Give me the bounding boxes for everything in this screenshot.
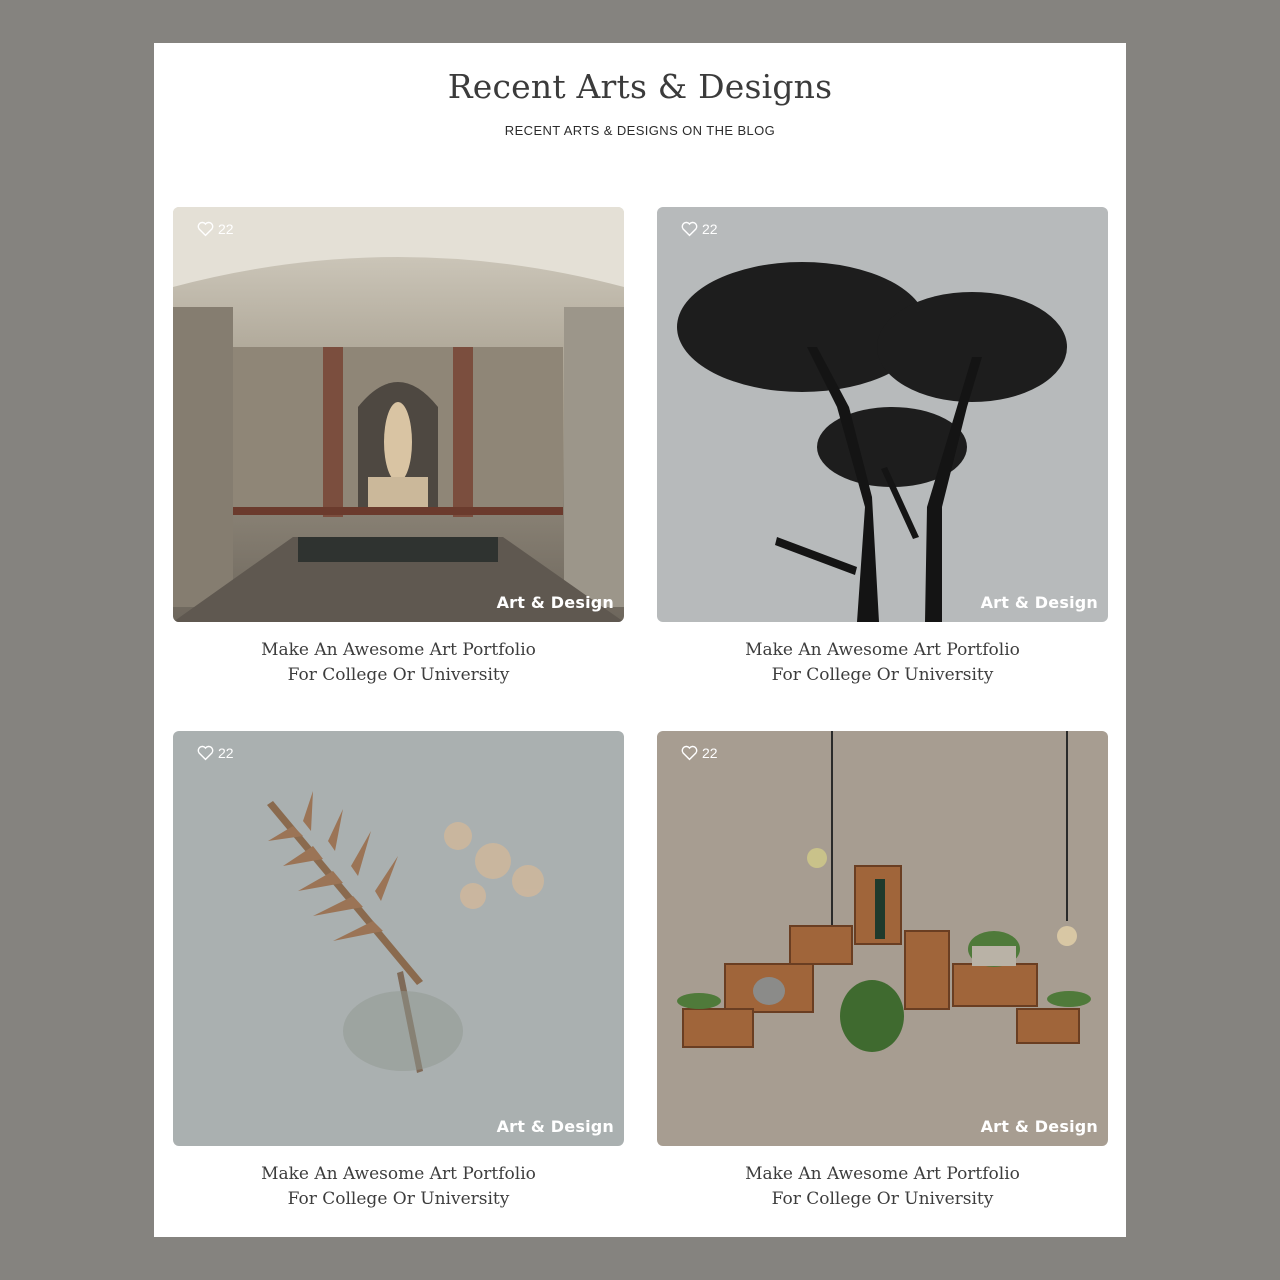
post-image-shelves[interactable]: 22 Art & Design xyxy=(657,731,1108,1146)
post-title-line1: Make An Awesome Art Portfolio xyxy=(745,1164,1020,1184)
post-title-line2: For College Or University xyxy=(287,665,510,685)
dried-fern-image xyxy=(173,731,624,1146)
post-title[interactable]: Make An Awesome Art Portfolio For Colleg… xyxy=(173,638,624,688)
post-title-line1: Make An Awesome Art Portfolio xyxy=(261,1164,536,1184)
like-button[interactable]: 22 xyxy=(197,745,234,761)
category-tag[interactable]: Art & Design xyxy=(981,1117,1098,1136)
category-tag[interactable]: Art & Design xyxy=(981,593,1098,612)
post-card: 22 Art & Design Make An Awesome Art Port… xyxy=(657,207,1108,688)
recent-posts-panel: Recent Arts & Designs RECENT ARTS & DESI… xyxy=(154,43,1126,1237)
post-title[interactable]: Make An Awesome Art Portfolio For Colleg… xyxy=(173,1162,624,1212)
section-subtitle: RECENT ARTS & DESIGNS ON THE BLOG xyxy=(504,123,776,138)
post-title[interactable]: Make An Awesome Art Portfolio For Colleg… xyxy=(657,1162,1108,1212)
post-card: 22 Art & Design Make An Awesome Art Port… xyxy=(173,207,624,688)
tree-silhouettes-image xyxy=(657,207,1108,622)
museum-gallery-image xyxy=(173,207,624,622)
post-title-line1: Make An Awesome Art Portfolio xyxy=(745,640,1020,660)
post-image-trees[interactable]: 22 Art & Design xyxy=(657,207,1108,622)
like-count: 22 xyxy=(218,745,234,761)
like-count: 22 xyxy=(702,221,718,237)
like-count: 22 xyxy=(702,745,718,761)
post-title-line2: For College Or University xyxy=(771,1189,994,1209)
category-tag[interactable]: Art & Design xyxy=(497,593,614,612)
heart-icon xyxy=(681,745,698,761)
post-title-line2: For College Or University xyxy=(771,665,994,685)
post-image-fern[interactable]: 22 Art & Design xyxy=(173,731,624,1146)
post-title[interactable]: Make An Awesome Art Portfolio For Colleg… xyxy=(657,638,1108,688)
like-count: 22 xyxy=(218,221,234,237)
category-tag[interactable]: Art & Design xyxy=(497,1117,614,1136)
heart-icon xyxy=(197,221,214,237)
heart-icon xyxy=(681,221,698,237)
post-title-line1: Make An Awesome Art Portfolio xyxy=(261,640,536,660)
like-button[interactable]: 22 xyxy=(681,745,718,761)
post-image-museum[interactable]: 22 Art & Design xyxy=(173,207,624,622)
post-card: 22 Art & Design Make An Awesome Art Port… xyxy=(657,731,1108,1212)
like-button[interactable]: 22 xyxy=(681,221,718,237)
section-title: Recent Arts & Designs xyxy=(447,67,833,106)
post-card: 22 Art & Design Make An Awesome Art Port… xyxy=(173,731,624,1212)
wooden-shelves-image xyxy=(657,731,1108,1146)
post-title-line2: For College Or University xyxy=(287,1189,510,1209)
heart-icon xyxy=(197,745,214,761)
like-button[interactable]: 22 xyxy=(197,221,234,237)
